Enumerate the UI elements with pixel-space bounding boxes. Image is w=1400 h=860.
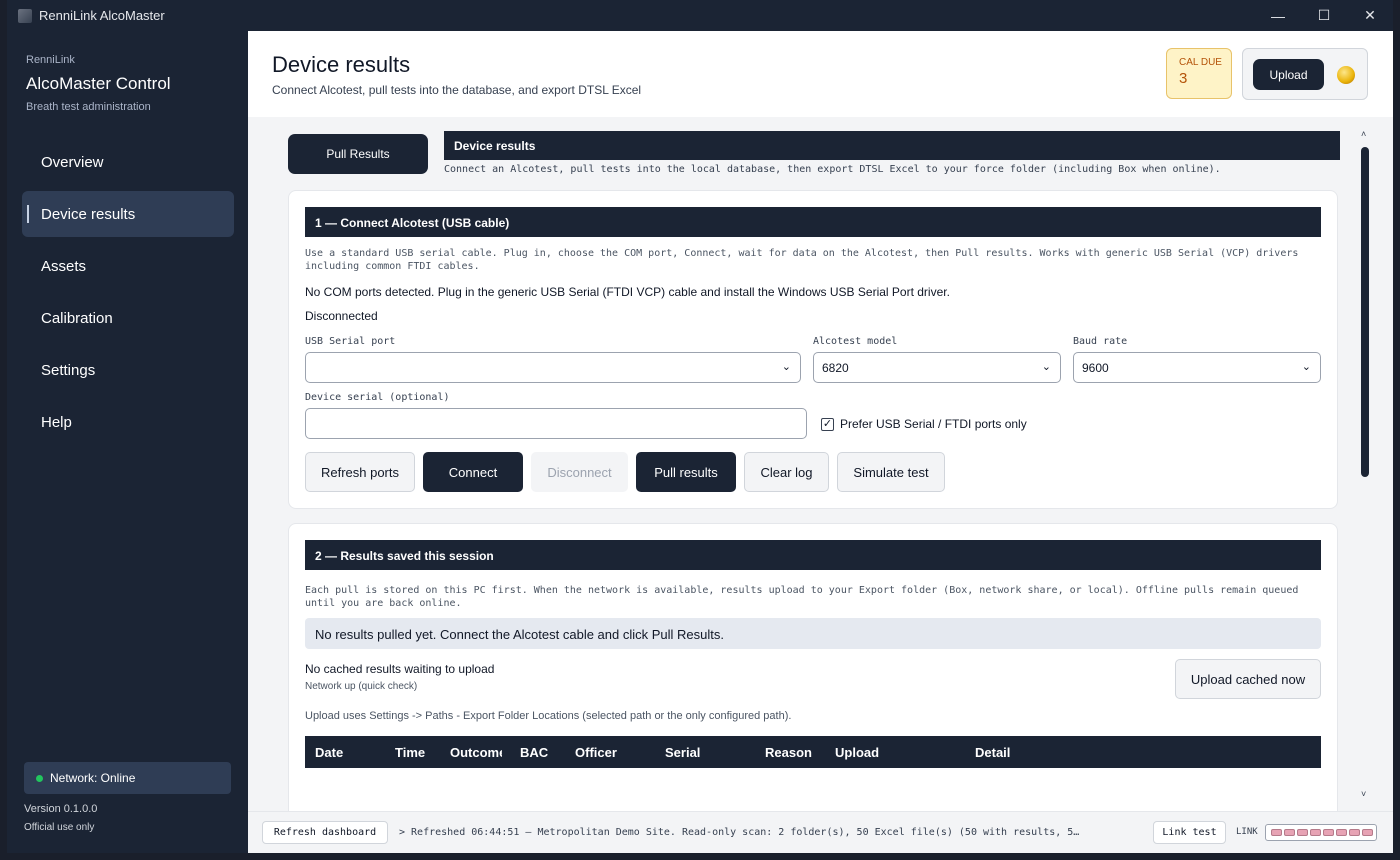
col-upload[interactable]: Upload: [835, 745, 879, 760]
link-test-button[interactable]: Link test: [1153, 821, 1226, 844]
minimize-icon[interactable]: —: [1255, 0, 1301, 31]
device-results-panel-title: Device results: [444, 131, 1340, 160]
connection-status: Disconnected: [305, 309, 378, 323]
page-header: Device results Connect Alcotest, pull te…: [248, 31, 1393, 117]
scroll-up-icon[interactable]: ˄: [1361, 129, 1366, 139]
baud-select[interactable]: 9600 ⌄: [1073, 352, 1321, 383]
baud-label: Baud rate: [1073, 336, 1128, 347]
app-icon: [18, 8, 32, 23]
no-ports-message: No COM ports detected. Plug in the gener…: [305, 285, 950, 299]
status-bar: Refresh dashboard > Refreshed 06:44:51 —…: [248, 811, 1393, 853]
network-status: Network: Online: [24, 762, 231, 794]
brand-small: RenniLink: [26, 54, 75, 66]
serial-label: Device serial (optional): [305, 392, 450, 403]
simulate-test-button[interactable]: Simulate test: [837, 452, 945, 492]
led-icon: [1323, 829, 1334, 836]
version-label: Version 0.1.0.0: [24, 803, 98, 815]
page-subtitle: Connect Alcotest, pull tests into the da…: [272, 83, 642, 97]
model-select[interactable]: 6820 ⌄: [813, 352, 1061, 383]
maximize-icon[interactable]: ☐: [1301, 0, 1347, 31]
led-icon: [1362, 829, 1373, 836]
col-date[interactable]: Date: [315, 745, 343, 760]
network-label: Network: Online: [50, 771, 136, 785]
refresh-dashboard-button[interactable]: Refresh dashboard: [262, 821, 388, 844]
no-results-banner: No results pulled yet. Connect the Alcot…: [305, 618, 1321, 649]
status-log: > Refreshed 06:44:51 — Metropolitan Demo…: [399, 827, 1080, 838]
sidebar-item-settings[interactable]: Settings: [22, 347, 234, 393]
upload-cached-button[interactable]: Upload cached now: [1175, 659, 1321, 699]
sidebar-item-device-results[interactable]: Device results: [22, 191, 234, 237]
led-icon: [1349, 829, 1360, 836]
connect-instructions: Use a standard USB serial cable. Plug in…: [305, 248, 1299, 272]
sidebar-item-overview[interactable]: Overview: [22, 139, 234, 185]
scroll-down-icon[interactable]: ˅: [1361, 789, 1366, 799]
led-icon: [1297, 829, 1308, 836]
cal-due-count: 3: [1179, 70, 1188, 87]
led-icon: [1336, 829, 1347, 836]
connect-button[interactable]: Connect: [423, 452, 523, 492]
led-icon: [1310, 829, 1321, 836]
col-outcome[interactable]: Outcome: [450, 745, 502, 760]
led-icon: [1284, 829, 1295, 836]
baud-value: 9600: [1082, 361, 1109, 375]
upload-panel: Upload: [1242, 48, 1368, 100]
col-detail[interactable]: Detail: [975, 745, 1010, 760]
brand-title: AlcoMaster Control: [26, 74, 171, 93]
cached-subtitle: Network up (quick check): [305, 681, 418, 692]
section-results-title: 2 — Results saved this session: [305, 540, 1321, 570]
upload-button[interactable]: Upload: [1253, 59, 1324, 90]
sidebar-item-assets[interactable]: Assets: [22, 243, 234, 289]
sidebar-item-help[interactable]: Help: [22, 399, 234, 445]
port-label: USB Serial port: [305, 336, 396, 347]
pull-results-button[interactable]: Pull results: [636, 452, 736, 492]
results-table-header: Date Time Outcome BAC Officer Serial Rea…: [305, 736, 1321, 768]
device-results-panel-subtitle: Connect an Alcotest, pull tests into the…: [444, 164, 1221, 175]
chevron-down-icon: ⌄: [1301, 361, 1311, 373]
col-officer[interactable]: Officer: [575, 745, 617, 760]
model-label: Alcotest model: [813, 336, 898, 347]
connect-card: 1 — Connect Alcotest (USB cable) Use a s…: [288, 190, 1338, 509]
prefer-usb-checkbox[interactable]: ✓ Prefer USB Serial / FTDI ports only: [821, 417, 1027, 431]
port-select[interactable]: ⌄: [305, 352, 801, 383]
vertical-scrollbar[interactable]: ˄ ˅: [1360, 129, 1370, 799]
results-card: 2 — Results saved this session Each pull…: [288, 523, 1338, 811]
col-time[interactable]: Time: [395, 745, 425, 760]
pull-results-main-button[interactable]: Pull Results: [288, 134, 428, 174]
scroll-thumb[interactable]: [1361, 147, 1369, 477]
brand-subtitle: Breath test administration: [26, 101, 151, 113]
main-content[interactable]: Pull Results Device results Connect an A…: [248, 117, 1393, 811]
upload-status-light-icon: [1337, 66, 1355, 84]
refresh-ports-button[interactable]: Refresh ports: [305, 452, 415, 492]
upload-note: Upload uses Settings -> Paths - Export F…: [305, 710, 792, 722]
cached-title: No cached results waiting to upload: [305, 662, 495, 676]
model-value: 6820: [822, 361, 849, 375]
cal-due-badge[interactable]: CAL DUE 3: [1166, 48, 1232, 99]
chevron-down-icon: ⌄: [781, 361, 791, 373]
cal-due-label: CAL DUE: [1179, 57, 1222, 68]
device-serial-input[interactable]: [305, 408, 807, 439]
col-bac[interactable]: BAC: [520, 745, 548, 760]
prefer-usb-label: Prefer USB Serial / FTDI ports only: [840, 417, 1027, 431]
clear-log-button[interactable]: Clear log: [744, 452, 829, 492]
led-icon: [1271, 829, 1282, 836]
chevron-down-icon: ⌄: [1041, 361, 1051, 373]
checkbox-checked-icon: ✓: [821, 417, 834, 431]
col-serial[interactable]: Serial: [665, 745, 700, 760]
page-title: Device results: [272, 52, 411, 77]
section-connect-title: 1 — Connect Alcotest (USB cable): [305, 207, 1321, 237]
app-window: RenniLink AlcoMaster — ☐ ✕ RenniLink Alc…: [7, 0, 1393, 853]
col-reason[interactable]: Reason: [765, 745, 812, 760]
online-dot-icon: [36, 774, 43, 782]
sidebar: RenniLink AlcoMaster Control Breath test…: [7, 31, 248, 853]
title-bar[interactable]: RenniLink AlcoMaster — ☐ ✕: [7, 0, 1393, 31]
link-label: LINK: [1236, 827, 1258, 837]
close-icon[interactable]: ✕: [1347, 0, 1393, 31]
results-instructions: Each pull is stored on this PC first. Wh…: [305, 585, 1299, 609]
link-indicator-leds: [1265, 824, 1377, 841]
sidebar-item-calibration[interactable]: Calibration: [22, 295, 234, 341]
official-label: Official use only: [24, 822, 95, 833]
disconnect-button[interactable]: Disconnect: [531, 452, 628, 492]
window-title: RenniLink AlcoMaster: [39, 8, 165, 23]
